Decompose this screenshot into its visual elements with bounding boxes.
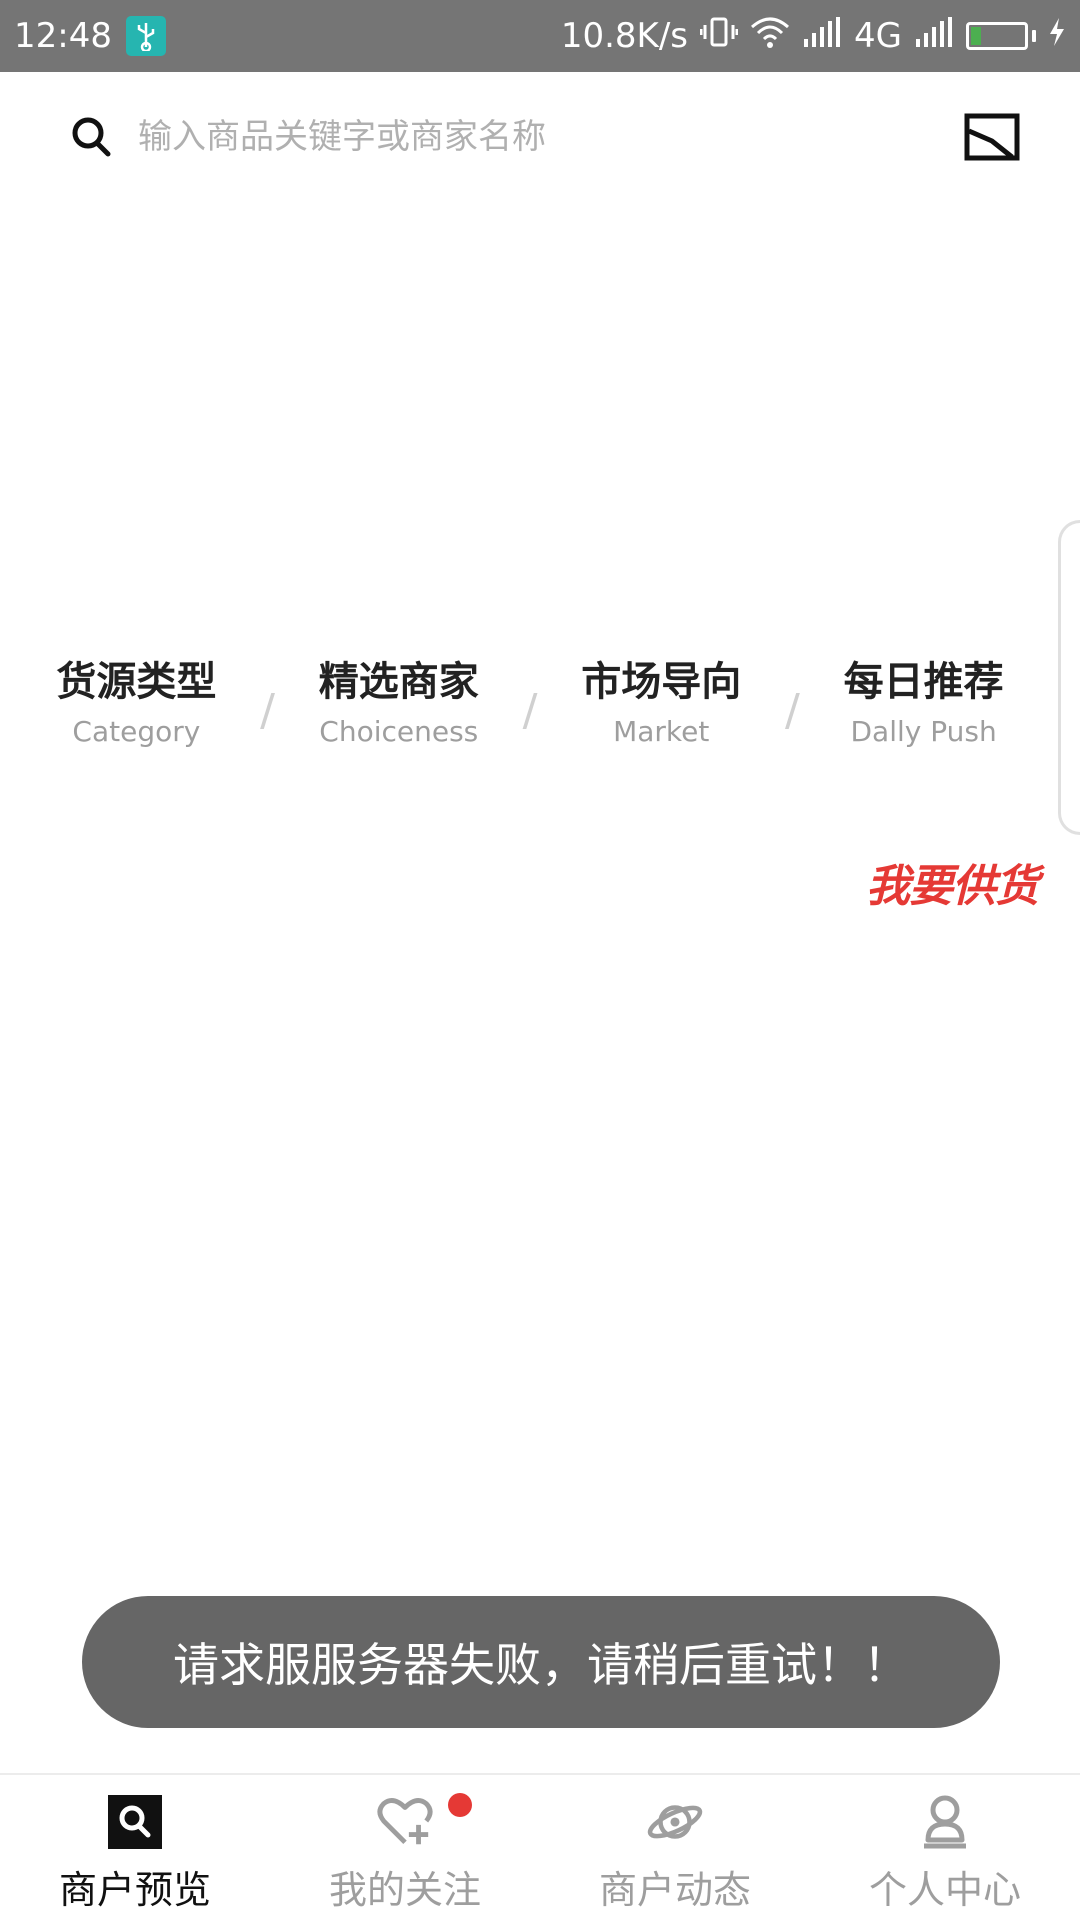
status-left: 12:48 [14, 16, 166, 56]
battery-icon [966, 22, 1036, 50]
nav-label: 个人中心 [868, 1868, 1021, 1912]
search-icon [106, 1793, 164, 1851]
network-type: 4G [854, 16, 902, 56]
image-scan-icon[interactable] [964, 113, 1020, 161]
category-row: 货源类型 Category / 精选商家 Choiceness / 市场导向 M… [0, 655, 1060, 765]
category-subtitle: Market [613, 715, 710, 748]
search-input[interactable] [138, 117, 964, 157]
nav-item-personal-center[interactable]: 个人中心 [810, 1775, 1080, 1920]
nav-label: 商户动态 [598, 1868, 751, 1912]
search-icon[interactable] [70, 115, 114, 159]
category-item-daily-push[interactable]: 每日推荐 Dally Push [807, 655, 1040, 748]
category-title: 货源类型 [56, 659, 217, 705]
usb-icon [125, 16, 166, 56]
nav-label: 我的关注 [328, 1868, 481, 1912]
search-bar [0, 72, 1080, 202]
category-title: 每日推荐 [843, 659, 1004, 705]
planet-icon [646, 1793, 704, 1851]
notification-badge [448, 1793, 472, 1817]
vibrate-icon [699, 13, 739, 60]
error-toast: 请求服服务器失败，请稍后重试！！ [82, 1596, 1000, 1728]
category-subtitle: Category [72, 715, 201, 748]
nav-label: 商户预览 [58, 1868, 211, 1912]
category-subtitle: Choiceness [319, 715, 479, 748]
category-item-market[interactable]: 市场导向 Market [545, 655, 778, 748]
charging-icon [1048, 16, 1066, 56]
network-speed: 10.8K/s [560, 16, 689, 56]
status-bar: 12:48 10.8K/s 4G [0, 0, 1080, 72]
category-item-choiceness[interactable]: 精选商家 Choiceness [282, 655, 515, 748]
category-separator: / [522, 685, 538, 736]
battery-body [966, 22, 1028, 50]
wifi-icon [750, 15, 790, 58]
category-item-category[interactable]: 货源类型 Category [20, 655, 253, 748]
bottom-nav: 商户预览 我的关注 商户动态 个人中心 [0, 1773, 1080, 1920]
category-separator: / [785, 685, 800, 736]
category-title: 精选商家 [318, 659, 479, 705]
nav-item-merchant-preview[interactable]: 商户预览 [0, 1775, 270, 1920]
heart-plus-icon [376, 1793, 434, 1851]
battery-tip [1032, 30, 1036, 42]
battery-fill [971, 27, 982, 45]
category-subtitle: Dally Push [850, 715, 997, 748]
signal-icon-2 [914, 15, 954, 58]
category-separator: / [260, 685, 275, 736]
side-drawer-handle[interactable] [1058, 520, 1080, 835]
category-title: 市场导向 [581, 659, 742, 705]
supply-button[interactable]: 我要供货 [866, 850, 1039, 914]
status-right: 10.8K/s 4G [561, 13, 1066, 60]
user-icon [916, 1793, 974, 1851]
nav-item-merchant-news[interactable]: 商户动态 [540, 1775, 810, 1920]
status-time: 12:48 [14, 16, 112, 56]
signal-icon [802, 15, 842, 58]
nav-item-my-follows[interactable]: 我的关注 [270, 1775, 540, 1920]
